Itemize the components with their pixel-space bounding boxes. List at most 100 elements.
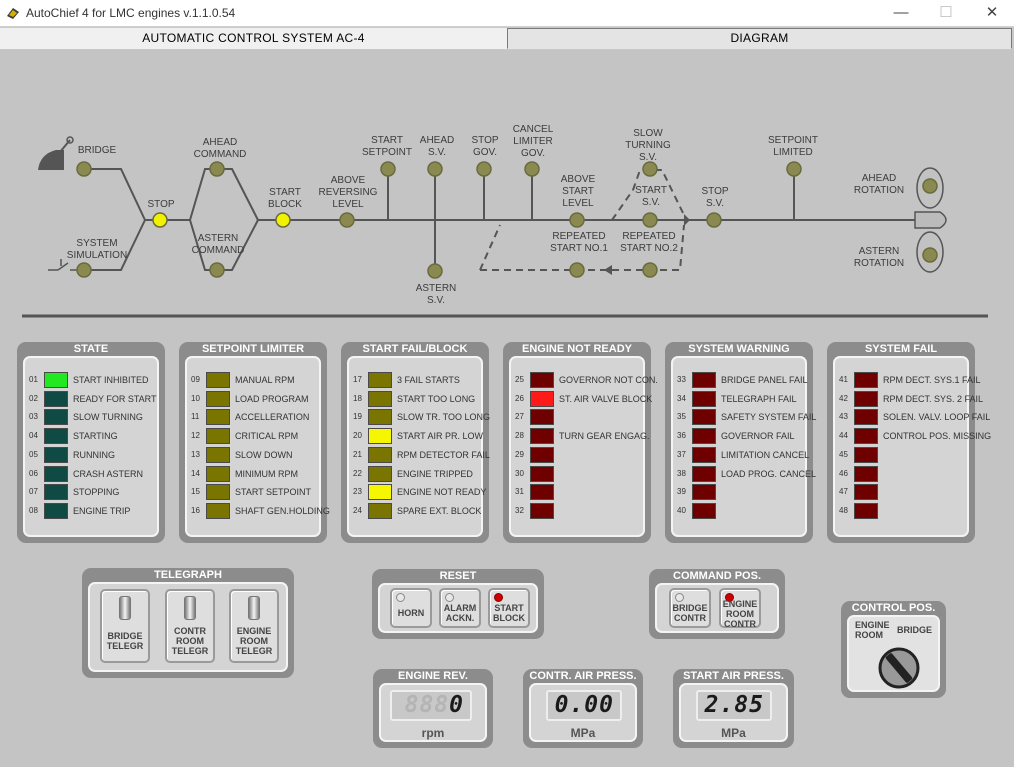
title-bar: AutoChief 4 for LMC engines v.1.1.0.54 —… bbox=[0, 0, 1014, 27]
alarm-label: 3 FAIL STARTS bbox=[397, 375, 460, 385]
alarm-label: ENGINE NOT READY bbox=[397, 487, 487, 498]
panel-title: SYSTEM WARNING bbox=[688, 343, 790, 355]
alarm-lamp bbox=[530, 409, 554, 426]
astern-sv-label: ASTERN S.V. bbox=[415, 283, 457, 306]
bridge-label: BRIDGE bbox=[77, 145, 117, 156]
bridge-telegraph-button[interactable]: BRIDGE TELEGR bbox=[100, 589, 150, 663]
alarm-number: 46 bbox=[839, 468, 848, 478]
alarm-lamp bbox=[44, 409, 68, 426]
horn-button[interactable]: HORN bbox=[390, 588, 432, 628]
alarm-number: 21 bbox=[353, 449, 362, 459]
ahead-rotation-label: AHEAD ROTATION bbox=[853, 173, 905, 196]
slow-turning-sv-node bbox=[642, 161, 658, 177]
engine-room-telegraph-button[interactable]: ENGINE ROOM TELEGR bbox=[229, 589, 279, 663]
alarm-number: 40 bbox=[677, 505, 686, 515]
alarm-label: STARTING bbox=[73, 431, 118, 442]
panel-title: CONTR. AIR PRESS. bbox=[529, 670, 637, 682]
alarm-label: ACCELLERATION bbox=[235, 412, 310, 423]
ahead-rotation-node bbox=[922, 178, 938, 194]
alarm-lamp bbox=[854, 446, 878, 463]
setpoint-limited-node bbox=[786, 161, 802, 177]
alarm-label: TELEGRAPH FAIL bbox=[721, 393, 797, 404]
start-block-label: START BLOCK bbox=[268, 187, 302, 210]
alarm-lamp bbox=[206, 372, 230, 388]
alarm-number: 45 bbox=[839, 449, 848, 459]
engine-not-ready-panel: ENGINE NOT READY 25 GOVERNOR NOT CON. 26 ST.… bbox=[503, 342, 658, 543]
start-sv-node bbox=[642, 212, 658, 228]
ahead-sv-node bbox=[427, 161, 443, 177]
stop-sv-node bbox=[706, 212, 722, 228]
ahead-sv-label: AHEAD S.V. bbox=[419, 135, 455, 158]
panel-title: STATE bbox=[73, 343, 109, 355]
close-button[interactable]: ✕ bbox=[977, 3, 1007, 23]
alarm-number: 47 bbox=[839, 487, 848, 497]
system-fail-panel: SYSTEM FAIL 41 RPM DECT. SYS.1 FAIL 42 RPM D… bbox=[827, 342, 991, 543]
alarm-lamp bbox=[44, 372, 68, 388]
alarm-label: GOVERNOR FAIL bbox=[721, 431, 795, 442]
control-pos-panel: CONTROL POS. ENGINE ROOM BRIDGE bbox=[841, 601, 946, 698]
contr-air-press-value: 0.00 bbox=[546, 690, 622, 721]
alarm-label: START AIR PR. LOW bbox=[397, 431, 484, 442]
window-title: AutoChief 4 for LMC engines v.1.1.0.54 bbox=[26, 6, 236, 20]
alarm-lamp bbox=[206, 465, 230, 482]
alarm-lamp bbox=[368, 484, 392, 501]
alarm-lamp bbox=[368, 502, 392, 519]
alarm-lamp bbox=[44, 502, 68, 519]
alarm-number: 20 bbox=[353, 431, 362, 441]
tab-diagram[interactable]: DIAGRAM bbox=[507, 28, 1012, 49]
alarm-lamp bbox=[692, 428, 716, 445]
alarm-lamp bbox=[206, 390, 230, 407]
alarm-lamp bbox=[530, 502, 554, 519]
panel-title: ENGINE NOT READY bbox=[521, 343, 632, 355]
above-start-level-label: ABOVE START LEVEL bbox=[560, 174, 596, 209]
simulation-node bbox=[76, 262, 92, 278]
astern-command-label: ASTERN COMMAND bbox=[191, 233, 245, 256]
minimize-button[interactable]: — bbox=[886, 3, 916, 23]
telegraph-panel: TELEGRAPH BRIDGE TELEGR CONTR ROOM TELEG… bbox=[82, 568, 294, 678]
alarm-ackn-button[interactable]: ALARM ACKN. bbox=[439, 588, 481, 628]
alarm-lamp bbox=[530, 465, 554, 482]
alarm-number: 18 bbox=[353, 393, 362, 403]
alarm-lamp bbox=[692, 465, 716, 482]
stop-sv-label: STOP S.V. bbox=[701, 186, 729, 209]
alarm-number: 31 bbox=[515, 487, 524, 497]
alarm-number: 19 bbox=[353, 412, 362, 422]
start-block-node bbox=[275, 212, 291, 228]
lever-icon bbox=[184, 596, 196, 620]
alarm-label: SAFETY SYSTEM FAIL bbox=[721, 412, 817, 423]
contr-air-press-panel: CONTR. AIR PRESS. 0.00 MPa bbox=[523, 669, 643, 748]
maximize-button[interactable]: ☐ bbox=[931, 3, 961, 23]
engine-room-contr-button[interactable]: ENGINE ROOM CONTR bbox=[719, 588, 761, 629]
alarm-label: LIMITATION CANCEL bbox=[721, 449, 810, 460]
engine-room-label: ENGINE ROOM bbox=[855, 620, 890, 640]
alarm-number: 11 bbox=[191, 412, 200, 422]
contr-room-telegraph-button[interactable]: CONTR ROOM TELEGR bbox=[165, 589, 215, 663]
control-position-knob[interactable] bbox=[878, 647, 920, 689]
alarm-lamp bbox=[368, 409, 392, 426]
alarm-lamp bbox=[854, 484, 878, 501]
app-icon bbox=[7, 8, 19, 19]
alarm-number: 25 bbox=[515, 375, 524, 384]
bridge-contr-button[interactable]: BRIDGE CONTR bbox=[669, 588, 711, 628]
panel-title: ENGINE REV. bbox=[398, 670, 468, 682]
astern-rotation-label: ASTERN ROTATION bbox=[853, 246, 905, 269]
alarm-number: 36 bbox=[677, 431, 686, 441]
alarm-label: SLOW TURNING bbox=[73, 412, 143, 423]
tab-automatic-control-system[interactable]: AUTOMATIC CONTROL SYSTEM AC-4 bbox=[0, 28, 507, 49]
alarm-label: STOPPING bbox=[73, 487, 120, 498]
slow-turning-sv-label: SLOW TURNING S.V. bbox=[625, 128, 671, 163]
alarm-number: 43 bbox=[839, 412, 848, 422]
alarm-lamp bbox=[206, 484, 230, 501]
alarm-lamp bbox=[206, 428, 230, 445]
alarm-lamp bbox=[206, 502, 230, 519]
panel-title: SYSTEM FAIL bbox=[864, 343, 938, 355]
alarm-label: SOLEN. VALV. LOOP FAIL bbox=[883, 412, 991, 423]
alarm-number: 48 bbox=[839, 505, 848, 515]
start-block-button[interactable]: START BLOCK bbox=[488, 588, 530, 628]
command-pos-panel: COMMAND POS. BRIDGE CONTR ENGINE ROOM CO… bbox=[649, 569, 785, 639]
alarm-lamp bbox=[692, 484, 716, 501]
panel-title: SETPOINT LIMITER bbox=[201, 343, 305, 355]
alarm-lamp bbox=[206, 409, 230, 426]
alarm-number: 42 bbox=[839, 393, 848, 403]
alarm-lamp bbox=[530, 428, 554, 445]
